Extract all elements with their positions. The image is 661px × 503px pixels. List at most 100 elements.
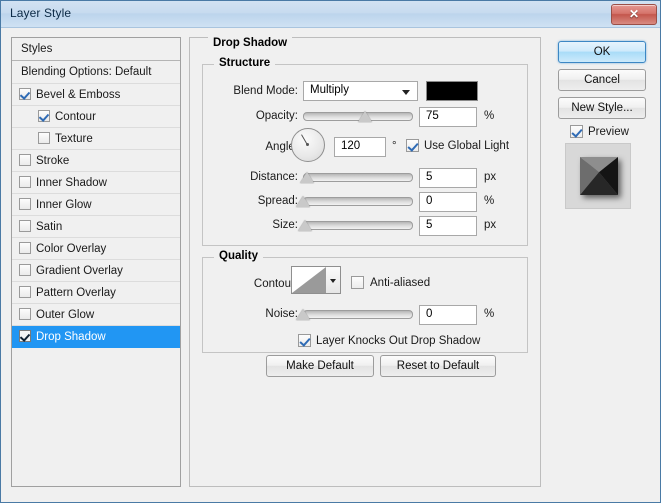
preview-checkbox[interactable] xyxy=(570,125,583,138)
structure-title: Structure xyxy=(214,57,276,69)
sidebar-item-color-overlay[interactable]: Color Overlay xyxy=(12,238,180,260)
sidebar-item-contour[interactable]: Contour xyxy=(12,106,180,128)
blend-mode-select[interactable]: Multiply xyxy=(303,81,418,101)
effect-label: Inner Glow xyxy=(36,199,92,211)
anti-aliased-label: Anti-aliased xyxy=(370,277,431,289)
effect-checkbox[interactable] xyxy=(19,264,31,276)
sidebar-item-inner-glow[interactable]: Inner Glow xyxy=(12,194,180,216)
close-icon: ✕ xyxy=(628,7,640,21)
angle-center-dot-icon xyxy=(306,143,309,146)
cancel-button[interactable]: Cancel xyxy=(558,69,646,91)
reset-to-default-button[interactable]: Reset to Default xyxy=(380,355,496,377)
effect-label: Satin xyxy=(36,221,63,233)
angle-unit: ° xyxy=(392,140,397,152)
sidebar-header-label: Styles xyxy=(21,43,53,55)
effect-checkbox[interactable] xyxy=(19,88,31,100)
contour-preview[interactable] xyxy=(291,266,327,294)
sidebar-item-inner-shadow[interactable]: Inner Shadow xyxy=(12,172,180,194)
sidebar-item-bevel-emboss[interactable]: Bevel & Emboss xyxy=(12,84,180,106)
blend-mode-label: Blend Mode: xyxy=(233,85,298,97)
angle-input[interactable]: 120 xyxy=(334,137,386,157)
effect-checkbox[interactable] xyxy=(19,154,31,166)
effect-label: Contour xyxy=(55,111,96,123)
use-global-light-checkbox[interactable] xyxy=(406,139,419,152)
bevel-preview-icon xyxy=(580,157,618,195)
contour-curve-icon xyxy=(292,267,326,293)
effect-checkbox[interactable] xyxy=(19,176,31,188)
use-global-light-label: Use Global Light xyxy=(424,140,510,152)
noise-input[interactable]: 0 xyxy=(419,305,477,325)
effect-checkbox[interactable] xyxy=(38,132,50,144)
distance-label: Distance: xyxy=(250,171,298,183)
opacity-input[interactable]: 75 xyxy=(419,107,477,127)
sidebar-item-blending-options[interactable]: Blending Options: Default xyxy=(12,61,180,84)
spread-slider[interactable] xyxy=(303,197,413,206)
size-unit: px xyxy=(484,219,497,231)
opacity-unit: % xyxy=(484,110,495,122)
effect-checkbox[interactable] xyxy=(19,242,31,254)
sidebar-item-satin[interactable]: Satin xyxy=(12,216,180,238)
effect-label: Pattern Overlay xyxy=(36,287,116,299)
effect-checkbox[interactable] xyxy=(19,308,31,320)
effect-checkbox[interactable] xyxy=(19,286,31,298)
noise-slider[interactable] xyxy=(303,310,413,319)
size-slider[interactable] xyxy=(303,221,413,230)
contour-dropdown-button[interactable] xyxy=(326,266,341,294)
window-title: Layer Style xyxy=(10,6,72,20)
layer-style-dialog: Layer Style ✕ Styles Blending Options: D… xyxy=(0,0,661,503)
effect-checkbox[interactable] xyxy=(19,198,31,210)
make-default-button[interactable]: Make Default xyxy=(266,355,374,377)
effect-checkbox[interactable] xyxy=(19,330,31,342)
noise-slider-thumb[interactable] xyxy=(296,309,310,320)
ok-button[interactable]: OK xyxy=(558,41,646,63)
effect-checkbox[interactable] xyxy=(38,110,50,122)
style-effects-list: Bevel & Emboss Contour Texture Stroke Inner … xyxy=(12,84,180,348)
sidebar-item-gradient-overlay[interactable]: Gradient Overlay xyxy=(12,260,180,282)
effect-label: Drop Shadow xyxy=(36,331,106,343)
contour-label: Contour: xyxy=(253,278,298,290)
style-preview-thumbnail xyxy=(565,143,631,209)
spread-label: Spread: xyxy=(257,195,298,207)
anti-aliased-checkbox[interactable] xyxy=(351,276,364,289)
sidebar-item-outer-glow[interactable]: Outer Glow xyxy=(12,304,180,326)
close-button[interactable]: ✕ xyxy=(611,4,657,25)
effect-label: Inner Shadow xyxy=(36,177,107,189)
dialog-actions: OK Cancel New Style... Preview xyxy=(549,37,653,487)
distance-slider-thumb[interactable] xyxy=(300,172,314,183)
distance-input[interactable]: 5 xyxy=(419,168,477,188)
blend-mode-value: Multiply xyxy=(310,84,349,96)
drop-shadow-panel: Drop Shadow Structure Blend Mode: Multip… xyxy=(189,37,541,487)
effect-label: Outer Glow xyxy=(36,309,95,321)
effect-label: Texture xyxy=(55,133,93,145)
sidebar-item-pattern-overlay[interactable]: Pattern Overlay xyxy=(12,282,180,304)
size-slider-thumb[interactable] xyxy=(298,220,312,231)
distance-slider[interactable] xyxy=(303,173,413,182)
noise-label: Noise: xyxy=(265,308,298,320)
effect-checkbox[interactable] xyxy=(19,220,31,232)
layer-knocks-out-checkbox[interactable] xyxy=(298,334,311,347)
styles-sidebar: Styles Blending Options: Default Bevel &… xyxy=(11,37,181,487)
sidebar-item-drop-shadow[interactable]: Drop Shadow xyxy=(12,326,180,348)
angle-dial[interactable] xyxy=(291,128,325,162)
angle-label: Angle: xyxy=(265,141,298,153)
size-label: Size: xyxy=(272,219,298,231)
effect-label: Bevel & Emboss xyxy=(36,89,121,101)
opacity-label: Opacity: xyxy=(255,110,298,122)
spread-input[interactable]: 0 xyxy=(419,192,477,212)
sidebar-item-texture[interactable]: Texture xyxy=(12,128,180,150)
new-style-button[interactable]: New Style... xyxy=(558,97,646,119)
effect-label: Stroke xyxy=(36,155,70,167)
size-input[interactable]: 5 xyxy=(419,216,477,236)
panel-title: Drop Shadow xyxy=(208,37,293,49)
spread-slider-thumb[interactable] xyxy=(296,196,310,207)
noise-unit: % xyxy=(484,308,495,320)
spread-unit: % xyxy=(484,195,495,207)
preview-label: Preview xyxy=(588,126,629,138)
opacity-slider-thumb[interactable] xyxy=(358,111,372,122)
shadow-color-swatch[interactable] xyxy=(426,81,478,101)
sidebar-item-stroke[interactable]: Stroke xyxy=(12,150,180,172)
quality-title: Quality xyxy=(214,250,263,262)
effect-label: Gradient Overlay xyxy=(36,265,123,277)
sidebar-header: Styles xyxy=(12,38,180,61)
title-bar: Layer Style ✕ xyxy=(1,1,660,28)
